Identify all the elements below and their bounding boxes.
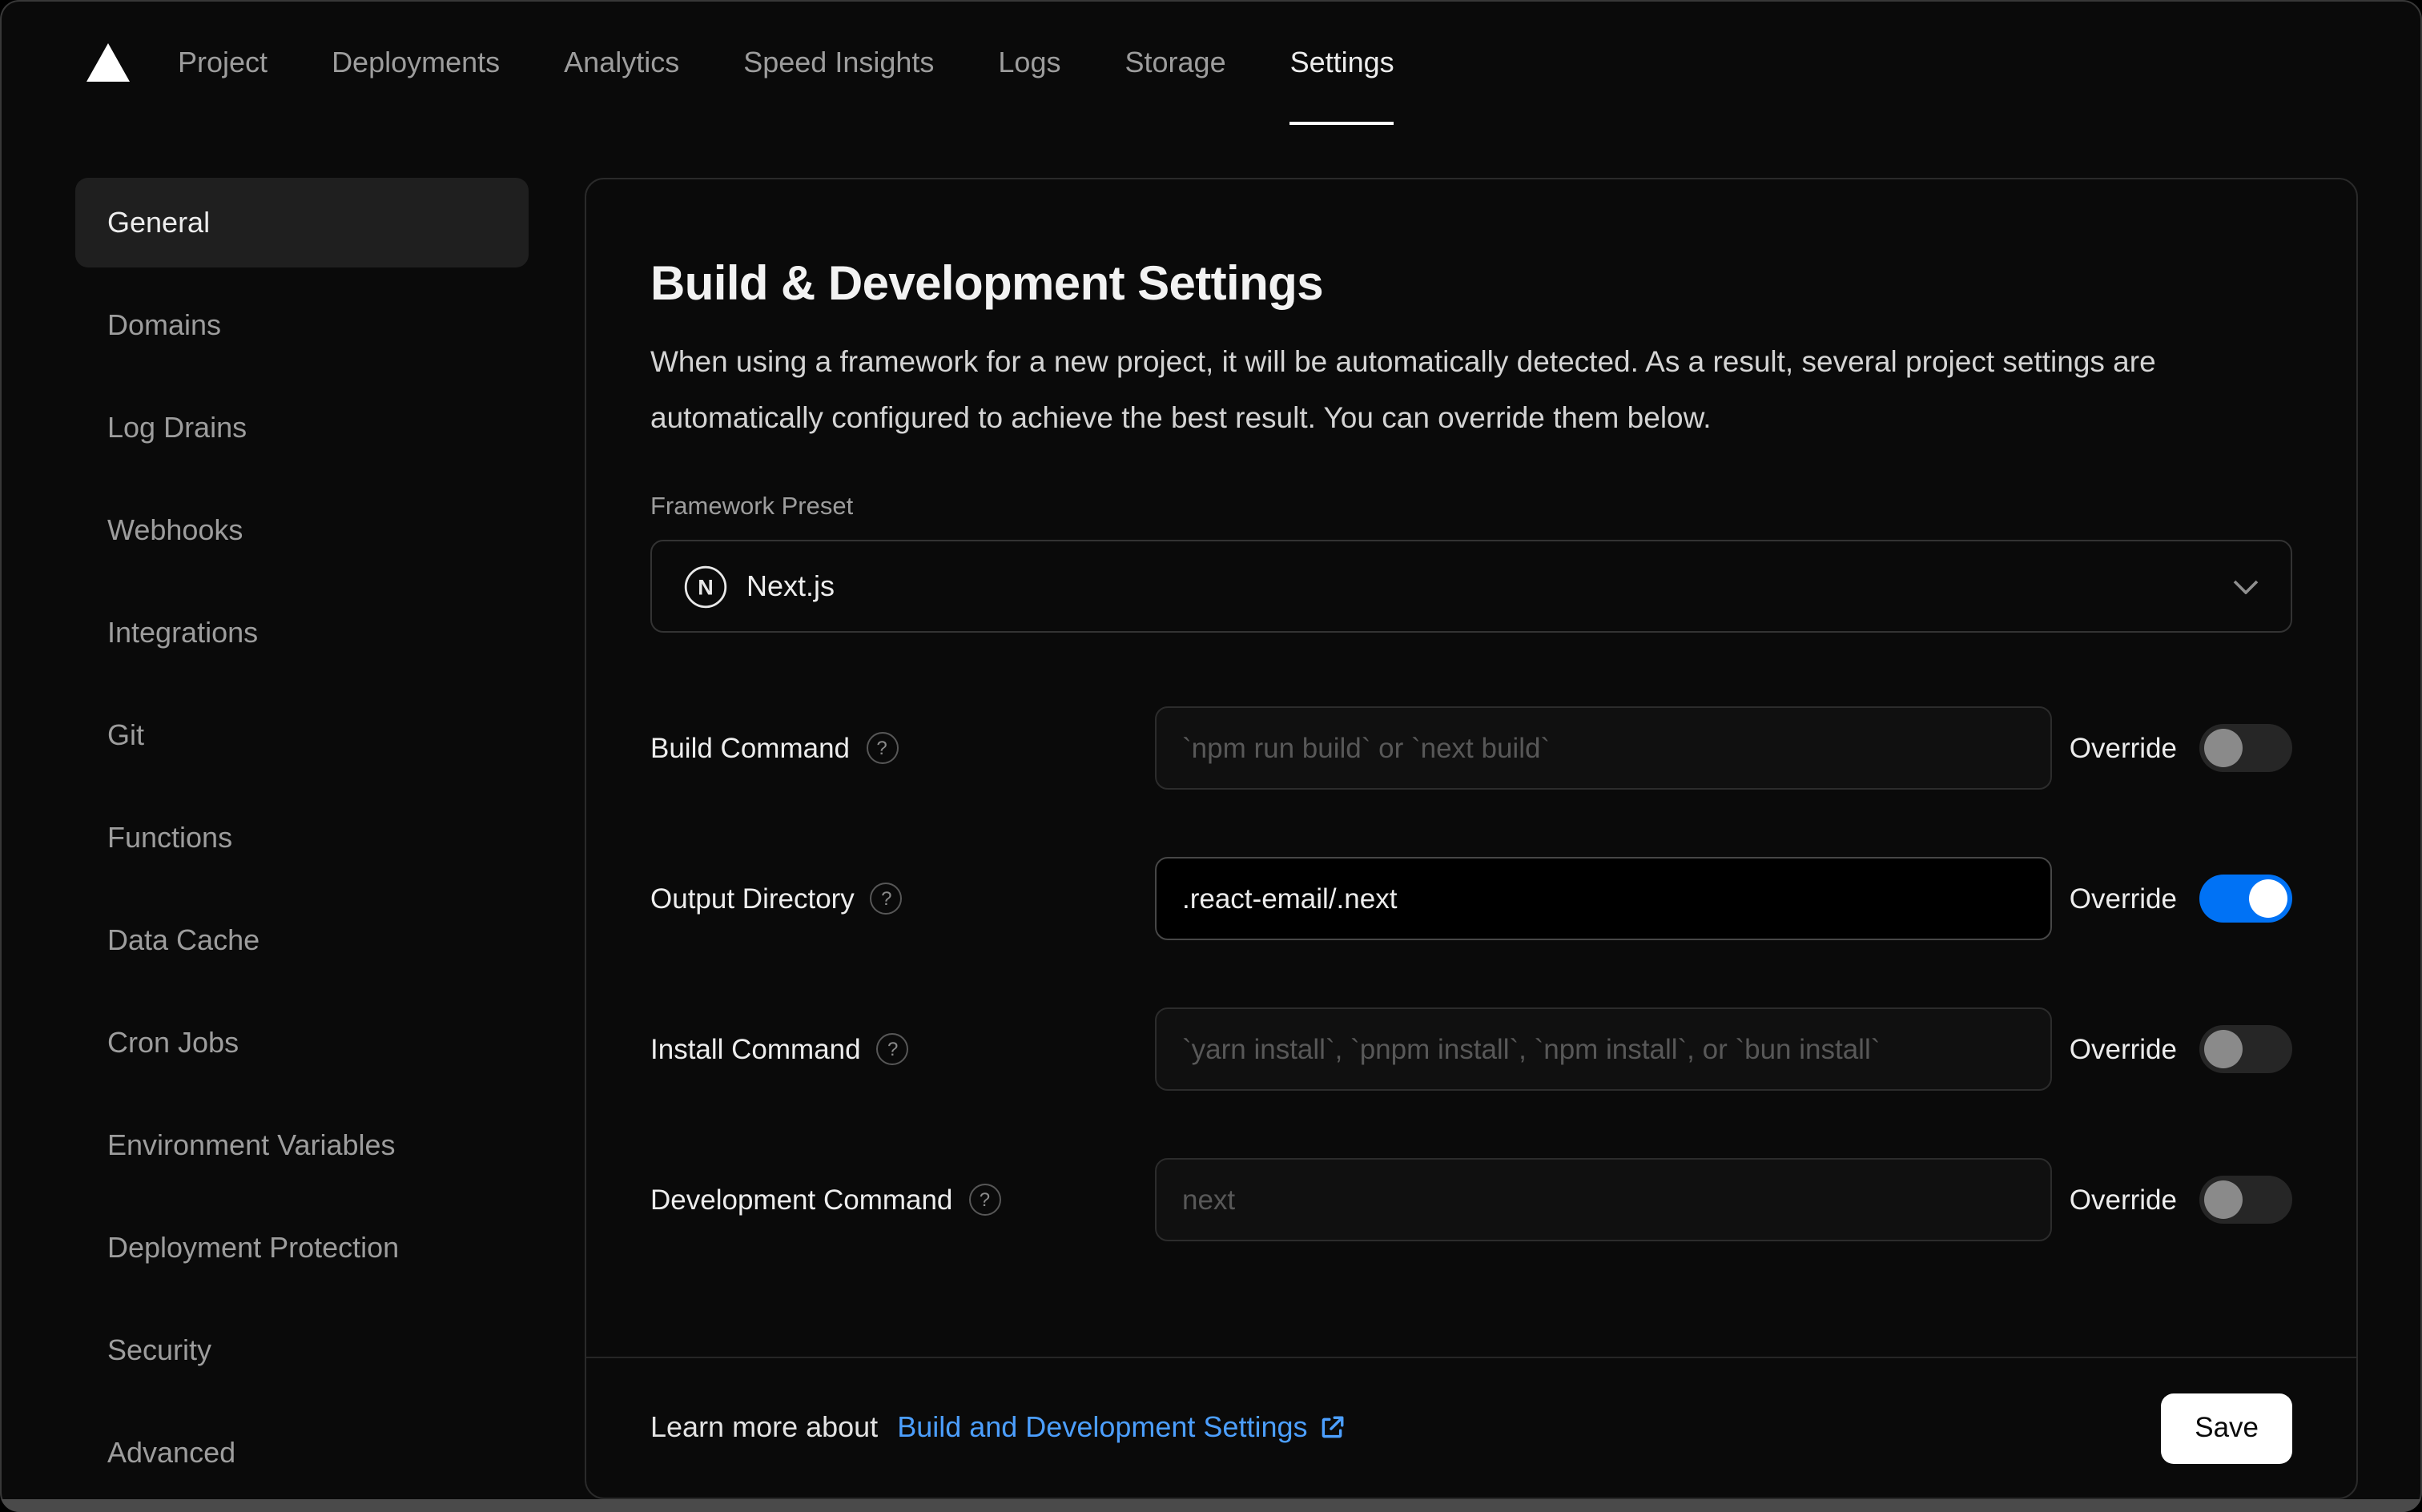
sidebar-item-git[interactable]: Git — [75, 690, 529, 780]
app-window: Project Deployments Analytics Speed Insi… — [0, 0, 2422, 1512]
build-command-row: Build Command ? Override — [650, 706, 2292, 790]
sidebar-item-domains[interactable]: Domains — [75, 280, 529, 370]
install-command-label: Install Command — [650, 1032, 861, 1064]
toggle-knob — [2204, 1030, 2243, 1068]
help-icon[interactable]: ? — [870, 883, 903, 915]
sidebar-item-environment-variables[interactable]: Environment Variables — [75, 1100, 529, 1190]
settings-sidebar: General Domains Log Drains Webhooks Inte… — [75, 178, 529, 1498]
nav-item-speed-insights[interactable]: Speed Insights — [743, 0, 934, 125]
override-label: Override — [2069, 1032, 2177, 1064]
chevron-down-icon — [2233, 579, 2259, 593]
nav-tabs: Project Deployments Analytics Speed Insi… — [178, 0, 1394, 125]
nav-item-settings[interactable]: Settings — [1289, 0, 1394, 125]
toggle-knob — [2204, 729, 2243, 767]
learn-more-link[interactable]: Build and Development Settings — [897, 1411, 1307, 1445]
sidebar-item-cron-jobs[interactable]: Cron Jobs — [75, 998, 529, 1088]
override-label: Override — [2069, 1183, 2177, 1215]
external-link-icon[interactable] — [1319, 1414, 1346, 1442]
framework-preset-select[interactable]: N Next.js — [650, 540, 2292, 633]
output-directory-label: Output Directory — [650, 882, 855, 914]
build-command-override-toggle[interactable] — [2199, 724, 2292, 772]
development-command-label: Development Command — [650, 1183, 953, 1215]
card-description: When using a framework for a new project… — [650, 344, 2156, 434]
nav-item-logs[interactable]: Logs — [998, 0, 1060, 125]
nav-item-analytics[interactable]: Analytics — [564, 0, 679, 125]
sidebar-item-security[interactable]: Security — [75, 1305, 529, 1395]
sidebar-item-general[interactable]: General — [75, 178, 529, 267]
development-command-input[interactable] — [1155, 1158, 2052, 1241]
page-title: Build & Development Settings — [650, 258, 1324, 311]
install-command-label-group: Install Command ? — [650, 1032, 1155, 1066]
learn-more-text: Learn more about Build and Development S… — [650, 1411, 1346, 1445]
stage: Project Deployments Analytics Speed Insi… — [0, 0, 2422, 1512]
svg-text:N: N — [698, 574, 714, 598]
nav-item-deployments[interactable]: Deployments — [332, 0, 500, 125]
build-command-input[interactable] — [1155, 706, 2052, 790]
help-icon[interactable]: ? — [876, 1033, 909, 1065]
framework-preset-value: Next.js — [746, 569, 835, 601]
build-command-label: Build Command — [650, 731, 850, 763]
output-directory-input[interactable] — [1155, 857, 2052, 940]
development-command-override-toggle[interactable] — [2199, 1176, 2292, 1224]
development-command-label-group: Development Command ? — [650, 1183, 1155, 1216]
build-command-label-group: Build Command ? — [650, 731, 1155, 765]
output-directory-label-group: Output Directory ? — [650, 882, 1155, 915]
window-bottom-edge — [0, 1499, 2422, 1512]
learn-more-prefix: Learn more about — [650, 1411, 887, 1443]
development-command-override: Override — [2070, 1176, 2292, 1224]
nextjs-logo-icon: N — [684, 565, 727, 608]
nav-item-project[interactable]: Project — [178, 0, 268, 125]
nav-item-storage[interactable]: Storage — [1125, 0, 1226, 125]
output-directory-override: Override — [2070, 875, 2292, 923]
sidebar-item-integrations[interactable]: Integrations — [75, 588, 529, 678]
top-nav: Project Deployments Analytics Speed Insi… — [0, 0, 2422, 125]
build-command-override: Override — [2070, 724, 2292, 772]
output-directory-override-toggle[interactable] — [2199, 875, 2292, 923]
help-icon[interactable]: ? — [866, 732, 898, 764]
install-command-row: Install Command ? Override — [650, 1007, 2292, 1091]
sidebar-item-deployment-protection[interactable]: Deployment Protection — [75, 1203, 529, 1293]
save-button[interactable]: Save — [2161, 1393, 2292, 1463]
framework-preset-label: Framework Preset — [650, 493, 854, 521]
output-directory-row: Output Directory ? Override — [650, 857, 2292, 940]
sidebar-item-log-drains[interactable]: Log Drains — [75, 383, 529, 472]
settings-content: General Domains Log Drains Webhooks Inte… — [0, 125, 2422, 1499]
override-label: Override — [2069, 882, 2177, 914]
sidebar-item-webhooks[interactable]: Webhooks — [75, 485, 529, 575]
override-label: Override — [2069, 731, 2177, 763]
install-command-input[interactable] — [1155, 1007, 2052, 1091]
development-command-row: Development Command ? Override — [650, 1158, 2292, 1241]
card-footer: Learn more about Build and Development S… — [586, 1357, 2356, 1498]
install-command-override-toggle[interactable] — [2199, 1025, 2292, 1073]
vercel-logo-icon[interactable] — [86, 43, 130, 82]
install-command-override: Override — [2070, 1025, 2292, 1073]
sidebar-item-advanced[interactable]: Advanced — [75, 1408, 529, 1498]
build-settings-card: Build & Development Settings When using … — [585, 178, 2358, 1499]
help-icon[interactable]: ? — [968, 1184, 1001, 1216]
sidebar-item-functions[interactable]: Functions — [75, 793, 529, 883]
toggle-knob — [2249, 879, 2287, 918]
card-body: Build & Development Settings When using … — [586, 179, 2356, 1357]
toggle-knob — [2204, 1180, 2243, 1219]
sidebar-item-data-cache[interactable]: Data Cache — [75, 895, 529, 985]
